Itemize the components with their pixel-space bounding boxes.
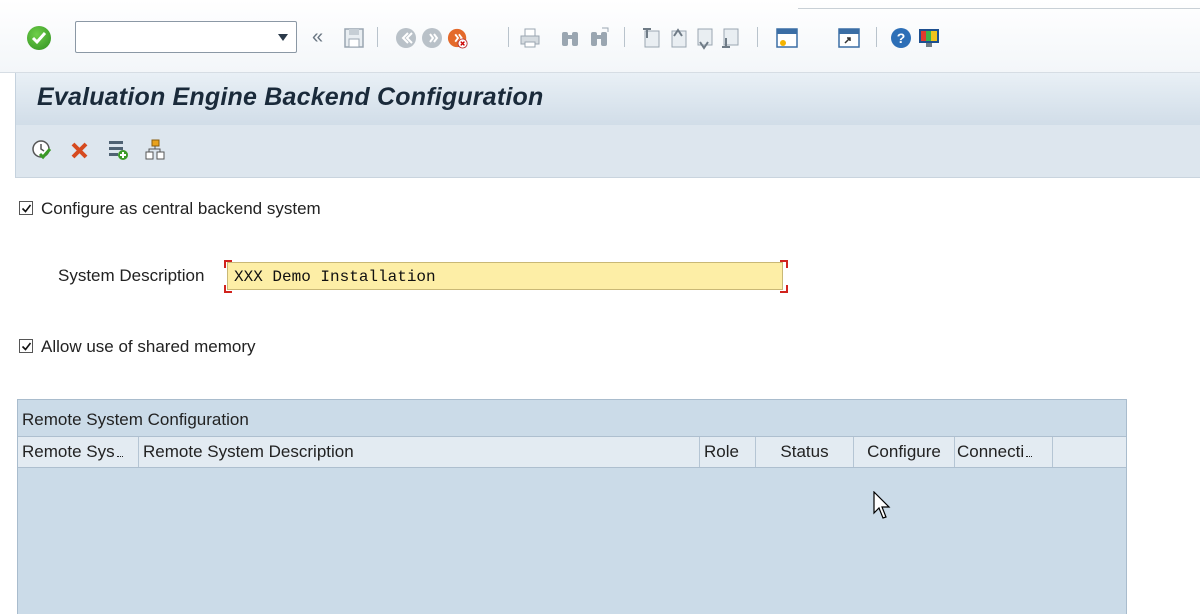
command-field[interactable]: [75, 21, 297, 53]
find-icon[interactable]: [559, 26, 581, 50]
previous-page-icon[interactable]: [667, 26, 689, 50]
table-title: Remote System Configuration: [22, 410, 249, 429]
column-header-configure[interactable]: Configure: [854, 437, 955, 467]
shortcut-icon[interactable]: [837, 26, 861, 50]
next-page-icon[interactable]: [693, 26, 715, 50]
system-description-label: System Description: [58, 266, 205, 285]
remote-system-table: Remote System Configuration Remote Sys R…: [17, 399, 1127, 614]
execute-check-icon[interactable]: [30, 138, 54, 162]
table-header: Remote Sys Remote System Description Rol…: [18, 436, 1126, 468]
mouse-pointer-icon: [873, 491, 891, 519]
toolbar-divider: [798, 8, 1200, 9]
delete-icon[interactable]: [68, 138, 92, 162]
column-header-remote-system-description[interactable]: Remote System Description: [139, 437, 700, 467]
system-description-field[interactable]: [224, 260, 788, 293]
find-next-icon[interactable]: [588, 26, 610, 50]
column-header-status[interactable]: Status: [756, 437, 854, 467]
column-header-role[interactable]: Role: [700, 437, 756, 467]
command-input[interactable]: [78, 24, 272, 52]
first-page-icon[interactable]: [640, 26, 662, 50]
chevron-down-icon[interactable]: [278, 34, 288, 41]
shared-memory-label: Allow use of shared memory: [41, 337, 256, 356]
print-icon[interactable]: [519, 26, 541, 50]
shared-memory-checkbox[interactable]: [19, 339, 33, 353]
hierarchy-icon[interactable]: [143, 138, 167, 162]
column-header-remote-sys[interactable]: Remote Sys: [18, 437, 139, 467]
column-header-connection[interactable]: Connecti: [955, 437, 1053, 467]
central-backend-label: Configure as central backend system: [41, 199, 321, 218]
save-icon[interactable]: [343, 26, 365, 50]
back-icon[interactable]: [395, 26, 417, 50]
customize-layout-icon[interactable]: [916, 26, 942, 50]
help-icon[interactable]: ?: [889, 26, 913, 50]
new-session-icon[interactable]: [775, 26, 799, 50]
system-toolbar: « ?: [0, 0, 1200, 73]
title-bar: Evaluation Engine Backend Configuration: [15, 73, 1200, 125]
exit-icon[interactable]: [421, 26, 443, 50]
application-toolbar: [15, 125, 1200, 178]
collapse-chevron-icon[interactable]: «: [312, 25, 323, 49]
enter-check-icon[interactable]: [27, 26, 51, 50]
page-title: Evaluation Engine Backend Configuration: [37, 83, 544, 111]
system-description-input[interactable]: [232, 265, 776, 289]
add-entry-icon[interactable]: [106, 138, 130, 162]
svg-text:?: ?: [897, 30, 906, 46]
last-page-icon[interactable]: [719, 26, 741, 50]
central-backend-checkbox[interactable]: [19, 201, 33, 215]
cancel-icon[interactable]: [447, 26, 469, 50]
